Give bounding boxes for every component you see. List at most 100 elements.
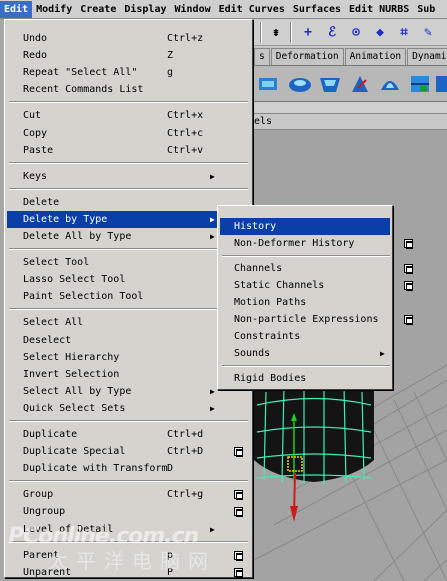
menu-item-motion-paths[interactable]: Motion Paths: [220, 294, 390, 311]
menu-item-shortcut: Ctrl+c: [167, 127, 204, 139]
menu-item-copy[interactable]: Copy Ctrl+c: [7, 125, 250, 142]
snap-point-icon[interactable]: ⊙: [346, 22, 366, 42]
menu-surfaces[interactable]: Surfaces: [289, 1, 345, 18]
menu-item-repeat-select-all[interactable]: Repeat "Select All" g: [7, 64, 250, 81]
manipulator-arrow-icon: [290, 506, 298, 522]
option-box-icon[interactable]: [234, 490, 243, 501]
shelf-tool-icon[interactable]: [434, 70, 447, 98]
shelf-tabs: sDeformationAnimationDynamic: [254, 46, 447, 66]
menu-item-keys[interactable]: Keys ▶: [7, 168, 250, 185]
menu-separator: [9, 308, 248, 311]
menu-item-shortcut: Ctrl+D: [167, 446, 204, 458]
snap-curve-icon[interactable]: ℰ: [322, 22, 342, 42]
menu-item-sounds[interactable]: Sounds ▶: [220, 345, 390, 362]
menu-item-duplicate[interactable]: Duplicate Ctrl+d: [7, 426, 250, 443]
menu-item-select-all-by-type[interactable]: Select All by Type ▶: [7, 383, 250, 400]
submenu-arrow-icon: ▶: [380, 349, 385, 358]
menu-window[interactable]: Window: [171, 1, 215, 18]
menu-item-non-particle-expressions[interactable]: Non-particle Expressions: [220, 311, 413, 328]
snap-view-plane-icon[interactable]: ◆: [370, 22, 390, 42]
menu-item-label: Ungroup: [23, 506, 66, 518]
option-box-icon[interactable]: [404, 315, 413, 325]
menu-item-delete-by-type[interactable]: Delete by Type ▶: [7, 210, 250, 228]
shelf-tool-icon[interactable]: [256, 70, 284, 98]
panel-menu-bar: [254, 102, 447, 114]
menu-display[interactable]: Display: [120, 1, 170, 18]
menu-item-select-hierarchy[interactable]: Select Hierarchy: [7, 349, 250, 366]
menu-item-level-of-detail[interactable]: Level of Detail ▶: [7, 521, 250, 538]
construction-history-icon[interactable]: ✎: [418, 22, 438, 42]
shelf-tab-deformation[interactable]: Deformation: [270, 48, 344, 65]
menu-item-label: Rigid Bodies: [234, 373, 307, 384]
submenu-arrow-icon: ▶: [210, 403, 215, 413]
menu-item-label: Lasso Select Tool: [23, 274, 126, 286]
shelf-tab-dynamic[interactable]: Dynamic: [407, 48, 447, 65]
menu-edit[interactable]: Edit: [0, 0, 33, 18]
menu-item-label: Duplicate Special: [23, 446, 126, 458]
menu-create[interactable]: Create: [76, 1, 120, 18]
menu-item-label: Delete: [23, 196, 60, 208]
menu-item-recent-commands-list[interactable]: Recent Commands List: [7, 81, 250, 98]
option-box-icon[interactable]: [404, 239, 413, 249]
menu-item-non-deformer-history[interactable]: Non-Deformer History: [220, 235, 413, 252]
status-toolbar: ⇟ + ℰ ⊙ ◆ ⌗ ✎: [254, 19, 447, 46]
menu-item-lasso-select-tool[interactable]: Lasso Select Tool: [7, 271, 250, 288]
shelf-tool-icon[interactable]: [406, 70, 434, 98]
shelf-tool-icon[interactable]: [316, 70, 344, 98]
menu-item-delete-all-by-type[interactable]: Delete All by Type ▶: [7, 228, 250, 245]
option-box-icon[interactable]: [234, 550, 243, 561]
menu-item-history[interactable]: History: [220, 218, 390, 235]
menu-item-duplicate-special[interactable]: Duplicate Special Ctrl+D: [7, 443, 250, 460]
menu-edit-curves[interactable]: Edit Curves: [215, 1, 289, 18]
menu-item-static-channels[interactable]: Static Channels: [220, 277, 413, 294]
menu-item-quick-select-sets[interactable]: Quick Select Sets ▶: [7, 400, 250, 417]
menu-item-deselect[interactable]: Deselect: [7, 332, 250, 349]
menu-item-cut[interactable]: Cut Ctrl+x: [7, 107, 250, 124]
menu-item-channels[interactable]: Channels: [220, 260, 413, 277]
menu-edit-nurbs[interactable]: Edit NURBS: [345, 1, 413, 18]
delete-by-type-submenu: History Non-Deformer History Channels Stati…: [217, 205, 413, 390]
menu-item-duplicate-with-transform[interactable]: Duplicate with Transform D: [7, 460, 250, 477]
shelf-tab-animation[interactable]: Animation: [344, 48, 407, 65]
menu-item-paste[interactable]: Paste Ctrl+v: [7, 142, 250, 159]
menu-separator: [222, 255, 390, 257]
shelf-tool-icon[interactable]: [286, 70, 314, 98]
menu-item-label: Delete All by Type: [23, 231, 132, 242]
menu-item-label: Non-Deformer History: [234, 238, 355, 249]
menu-item-ungroup[interactable]: Ungroup: [7, 503, 250, 520]
menu-item-unparent[interactable]: Unparent P: [7, 564, 250, 581]
menu-modify[interactable]: Modify: [32, 1, 76, 18]
menu-item-constraints[interactable]: Constraints: [220, 328, 390, 345]
toolbar-separator: [290, 22, 292, 43]
menu-item-rigid-bodies[interactable]: Rigid Bodies: [220, 370, 390, 387]
menu-item-shortcut: Ctrl+x: [167, 110, 204, 122]
menu-item-delete[interactable]: Delete: [7, 194, 250, 211]
menu-item-undo[interactable]: Undo Ctrl+z: [7, 30, 250, 47]
menu-item-invert-selection[interactable]: Invert Selection: [7, 366, 250, 383]
menu-item-shortcut: g: [167, 67, 174, 79]
menu-item-parent[interactable]: Parent p: [7, 547, 250, 564]
option-box-icon[interactable]: [234, 567, 243, 578]
shelf-tool-icon[interactable]: [346, 70, 374, 98]
menu-item-paint-selection-tool[interactable]: Paint Selection Tool: [7, 288, 250, 305]
snap-grid-icon[interactable]: +: [298, 22, 318, 42]
menu-item-shortcut: P: [167, 566, 174, 578]
menu-item-label: History: [234, 221, 277, 232]
menu-item-label: Redo: [23, 50, 48, 62]
menu-item-redo[interactable]: Redo Z: [7, 47, 250, 64]
menu-item-select-all[interactable]: Select All: [7, 314, 250, 331]
option-box-icon[interactable]: [404, 264, 413, 274]
menu-item-label: Undo: [23, 33, 48, 44]
menu-sub[interactable]: Sub: [413, 1, 439, 18]
submenu-arrow-icon: ▶: [210, 524, 215, 534]
menu-item-label: Constraints: [234, 331, 301, 342]
shelf-tool-icon[interactable]: [376, 70, 404, 98]
option-box-icon[interactable]: [404, 281, 413, 291]
make-live-icon[interactable]: ⌗: [394, 22, 414, 42]
shelf-tab-s[interactable]: s: [254, 48, 270, 65]
menu-item-group[interactable]: Group Ctrl+g: [7, 486, 250, 503]
option-box-icon[interactable]: [234, 447, 243, 458]
layout-menu-icon[interactable]: ⇟: [266, 22, 286, 42]
option-box-icon[interactable]: [234, 507, 243, 518]
menu-item-select-tool[interactable]: Select Tool: [7, 254, 250, 271]
